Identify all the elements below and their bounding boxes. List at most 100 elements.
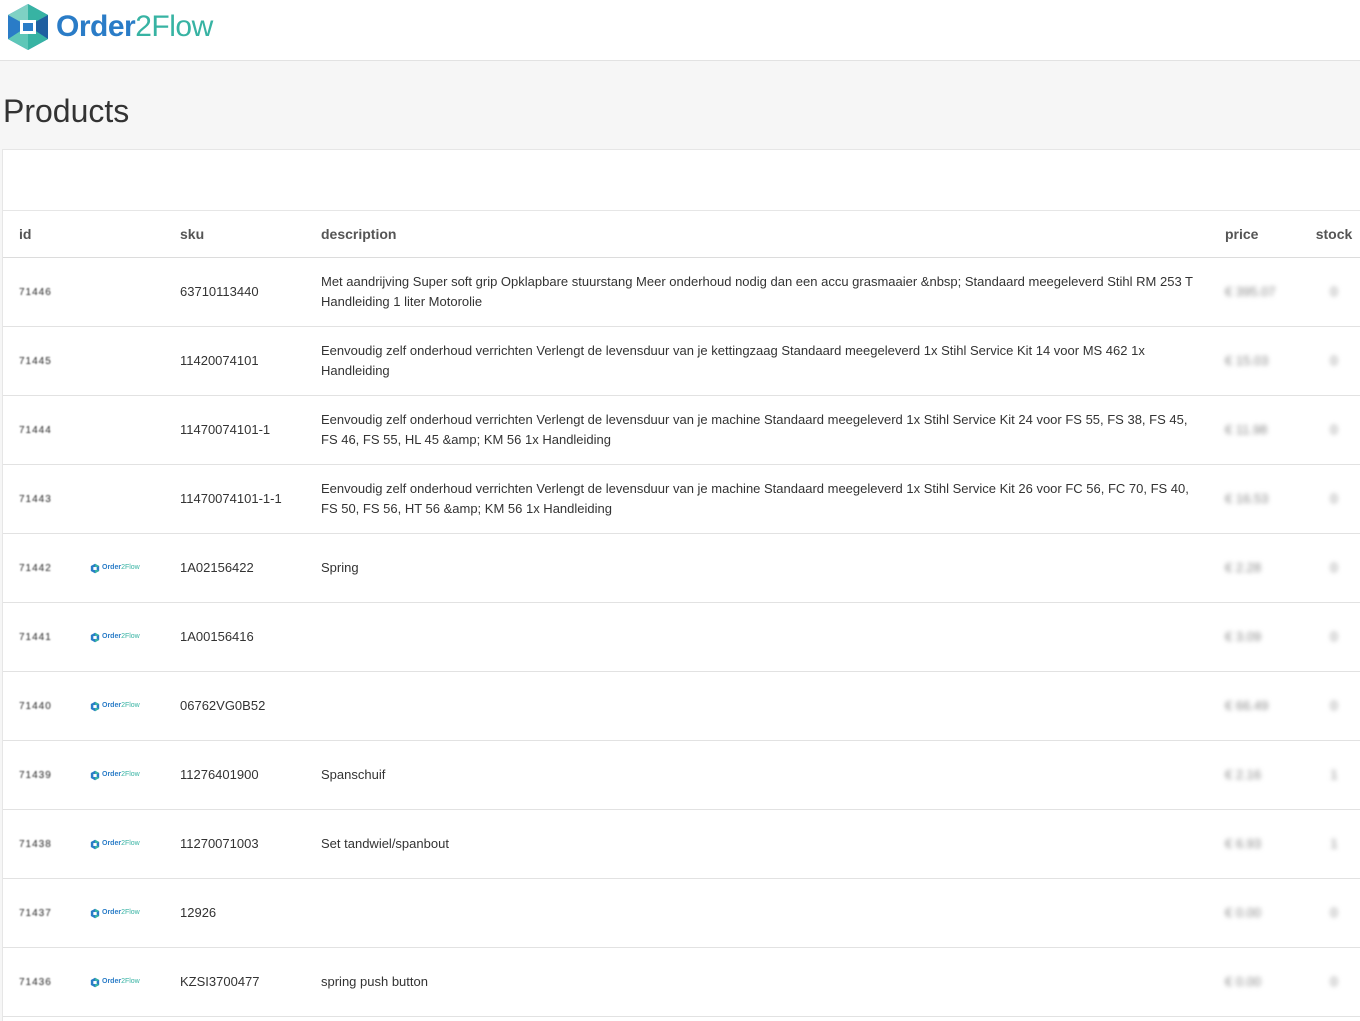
cell-sku: 1A00156416 <box>180 602 321 672</box>
product-id: 71446 <box>19 287 52 298</box>
product-thumbnail[interactable]: Order2Flow <box>90 558 180 578</box>
cell-stock: 0 <box>1307 878 1360 948</box>
cell-stock: 0 <box>1307 671 1360 741</box>
table-row[interactable]: 71437 Order2Flow 12926 € 0.00 0 <box>3 878 1360 948</box>
cell-description: Set tandwiel/spanbout <box>321 809 1225 879</box>
thumbnail-text: Order2Flow <box>102 564 140 571</box>
product-id: 71438 <box>19 839 52 850</box>
table-row[interactable]: 71438 Order2Flow 11270071003 Set tandwiel/s… <box>3 809 1360 879</box>
cell-id: 71445 <box>3 326 90 396</box>
cell-image <box>90 326 180 396</box>
table-row[interactable]: 71444 11470074101-1 Eenvoudig zelf onderho… <box>3 395 1360 465</box>
thumbnail-text: Order2Flow <box>102 633 140 640</box>
product-id: 71441 <box>19 632 52 643</box>
cell-sku: KZSI3700477 <box>180 947 321 1017</box>
cell-price: € 2.28 <box>1225 533 1307 603</box>
cell-id: 71437 <box>3 878 90 948</box>
product-stock: 0 <box>1330 629 1338 644</box>
cell-description: Eenvoudig zelf onderhoud verrichten Verl… <box>321 464 1225 534</box>
column-header-sku[interactable]: sku <box>180 211 321 258</box>
table-row[interactable]: 71443 11470074101-1-1 Eenvoudig zelf onder… <box>3 464 1360 534</box>
cell-image <box>90 464 180 534</box>
cell-sku: 11270071003 <box>180 809 321 879</box>
cell-image <box>90 395 180 465</box>
product-thumbnail[interactable]: Order2Flow <box>90 834 180 854</box>
table-row[interactable]: 71440 Order2Flow 06762VG0B52 € 66.49 0 <box>3 671 1360 741</box>
table-row[interactable]: 71442 Order2Flow 1A02156422 Spring € 2.28 0 <box>3 533 1360 603</box>
cell-stock: 0 <box>1307 602 1360 672</box>
cell-description: Spanschuif <box>321 740 1225 810</box>
product-id: 71440 <box>19 701 52 712</box>
product-thumbnail[interactable]: Order2Flow <box>90 627 180 647</box>
column-header-stock[interactable]: stock <box>1307 211 1360 258</box>
cell-image: Order2Flow <box>90 533 180 603</box>
cell-id: 71440 <box>3 671 90 741</box>
cell-stock: 0 <box>1307 257 1360 327</box>
thumbnail-text: Order2Flow <box>102 771 140 778</box>
product-thumbnail[interactable]: Order2Flow <box>90 696 180 716</box>
product-thumbnail[interactable]: Order2Flow <box>90 903 180 923</box>
table-row[interactable]: 71445 11420074101 Eenvoudig zelf onderhoud… <box>3 326 1360 396</box>
product-stock: 1 <box>1330 836 1338 851</box>
table-row[interactable]: 71436 Order2Flow KZSI3700477 spring push bu… <box>3 947 1360 1017</box>
cell-stock: 0 <box>1307 947 1360 1017</box>
products-table: id sku description price stock 71446 6371… <box>3 211 1360 1017</box>
order2flow-logo[interactable]: Order2Flow <box>4 2 213 52</box>
cell-sku: 11470074101-1-1 <box>180 464 321 534</box>
product-price: € 3.09 <box>1225 629 1262 644</box>
product-stock: 0 <box>1330 284 1338 299</box>
cell-image: Order2Flow <box>90 671 180 741</box>
product-id: 71437 <box>19 908 52 919</box>
order2flow-logo-icon <box>90 977 100 987</box>
product-price: € 66.49 <box>1225 698 1269 713</box>
cell-id: 71446 <box>3 257 90 327</box>
cell-stock: 1 <box>1307 740 1360 810</box>
cell-description: Eenvoudig zelf onderhoud verrichten Verl… <box>321 395 1225 465</box>
cell-price: € 3.09 <box>1225 602 1307 672</box>
product-thumbnail[interactable]: Order2Flow <box>90 765 180 785</box>
cell-image: Order2Flow <box>90 602 180 672</box>
column-header-id[interactable]: id <box>3 211 90 258</box>
cell-description: Eenvoudig zelf onderhoud verrichten Verl… <box>321 326 1225 396</box>
product-stock: 0 <box>1330 491 1338 506</box>
cell-id: 71436 <box>3 947 90 1017</box>
cell-sku: 12926 <box>180 878 321 948</box>
product-stock: 0 <box>1330 905 1338 920</box>
product-id: 71439 <box>19 770 52 781</box>
cell-id: 71438 <box>3 809 90 879</box>
table-row[interactable]: 71446 63710113440 Met aandrijving Super so… <box>3 257 1360 327</box>
card-toolbar <box>3 150 1360 211</box>
product-stock: 0 <box>1330 974 1338 989</box>
table-row[interactable]: 71439 Order2Flow 11276401900 Spanschuif € 2.… <box>3 740 1360 810</box>
product-stock: 0 <box>1330 353 1338 368</box>
cell-sku: 11276401900 <box>180 740 321 810</box>
column-header-description[interactable]: description <box>321 211 1225 258</box>
product-price: € 395.07 <box>1225 284 1276 299</box>
cell-sku: 06762VG0B52 <box>180 671 321 741</box>
cell-image: Order2Flow <box>90 878 180 948</box>
product-id: 71443 <box>19 494 52 505</box>
thumbnail-text: Order2Flow <box>102 978 140 985</box>
cell-price: € 0.00 <box>1225 947 1307 1017</box>
cell-price: € 0.00 <box>1225 878 1307 948</box>
cell-image <box>90 257 180 327</box>
product-price: € 15.03 <box>1225 353 1269 368</box>
order2flow-logo-icon <box>90 632 100 642</box>
cell-id: 71443 <box>3 464 90 534</box>
cell-sku: 63710113440 <box>180 257 321 327</box>
cell-stock: 0 <box>1307 326 1360 396</box>
product-price: € 6.93 <box>1225 836 1262 851</box>
cell-description <box>321 878 1225 948</box>
thumbnail-text: Order2Flow <box>102 702 140 709</box>
cell-image: Order2Flow <box>90 740 180 810</box>
cell-price: € 2.16 <box>1225 740 1307 810</box>
order2flow-logo-icon <box>90 908 100 918</box>
cell-description <box>321 671 1225 741</box>
product-stock: 0 <box>1330 560 1338 575</box>
column-header-price[interactable]: price <box>1225 211 1307 258</box>
product-thumbnail[interactable]: Order2Flow <box>90 972 180 992</box>
product-id: 71444 <box>19 425 52 436</box>
table-row[interactable]: 71441 Order2Flow 1A00156416 € 3.09 0 <box>3 602 1360 672</box>
cell-price: € 11.98 <box>1225 395 1307 465</box>
cell-stock: 0 <box>1307 464 1360 534</box>
